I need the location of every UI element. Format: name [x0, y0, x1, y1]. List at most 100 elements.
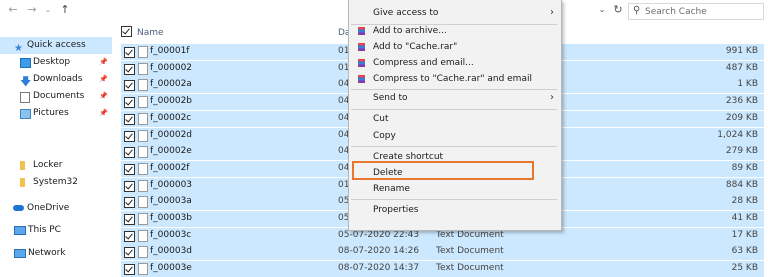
file-name: f_00003a — [150, 196, 192, 207]
menu-item-send-to[interactable]: Send to › — [350, 89, 560, 107]
folder-icon — [20, 178, 25, 187]
file-size: 41 KB — [731, 213, 758, 223]
file-icon — [138, 96, 148, 109]
row-checkbox[interactable] — [124, 47, 135, 58]
nav-item-downloads[interactable]: 🡇 Downloads 📌 — [0, 71, 112, 88]
file-size: 209 KB — [725, 112, 758, 123]
nav-label: Network — [28, 248, 66, 258]
file-icon — [138, 46, 148, 58]
menu-item-cut[interactable]: Cut — [350, 110, 560, 128]
file-icon — [138, 263, 148, 276]
file-type: Text Document — [436, 263, 504, 274]
row-checkbox[interactable] — [124, 147, 135, 159]
context-menu: Give access to › Add to archive... Add t… — [348, 0, 562, 231]
file-size: 17 KB — [731, 229, 758, 240]
forward-arrow-icon[interactable]: → — [25, 3, 39, 17]
row-checkbox[interactable] — [124, 80, 135, 92]
file-name: f_00002e — [150, 146, 192, 157]
menu-label: Properties — [373, 205, 419, 215]
file-size: 28 KB — [731, 196, 758, 207]
row-checkbox[interactable] — [124, 163, 135, 175]
file-name: f_00002c — [150, 112, 192, 123]
table-row[interactable]: f_00003e 08-07-2020 14:37 Text Document 25 … — [121, 261, 764, 277]
pictures-icon — [20, 109, 31, 119]
row-checkbox[interactable] — [124, 197, 135, 209]
row-checkbox[interactable] — [124, 130, 135, 142]
row-checkbox[interactable] — [124, 264, 135, 276]
nav-item-quick-access[interactable]: ★ Quick access — [0, 37, 112, 54]
row-checkbox[interactable] — [124, 97, 135, 109]
menu-label: Copy — [373, 131, 396, 141]
file-size: 279 KB — [725, 146, 758, 157]
network-icon — [14, 249, 26, 258]
file-size: 1,024 KB — [717, 129, 758, 140]
menu-label: Cut — [373, 114, 389, 124]
navigation-pane: ★ Quick access Desktop 📌 🡇 Downloads 📌 D… — [0, 30, 112, 258]
nav-item-network[interactable]: Network — [0, 245, 112, 262]
menu-label: Send to — [373, 93, 408, 103]
file-icon — [138, 246, 148, 259]
menu-item-properties[interactable]: Properties — [350, 201, 560, 219]
nav-item-pictures[interactable]: Pictures 📌 — [0, 105, 112, 122]
row-checkbox[interactable] — [124, 214, 135, 225]
file-type: Text Document — [436, 229, 504, 240]
select-all-checkbox[interactable] — [121, 26, 132, 37]
row-checkbox[interactable] — [124, 63, 135, 75]
address-dropdown-icon[interactable]: ⌄ — [596, 2, 608, 18]
folder-icon — [20, 161, 25, 170]
nav-item-locker[interactable]: Locker — [0, 157, 112, 174]
winrar-icon — [358, 27, 365, 35]
menu-label: Rename — [373, 184, 410, 194]
file-name: f_00003d — [150, 246, 193, 257]
file-icon — [138, 112, 148, 125]
search-box[interactable]: ⚲ — [628, 3, 764, 20]
nav-item-documents[interactable]: Documents 📌 — [0, 88, 112, 105]
nav-item-onedrive[interactable]: OneDrive — [0, 200, 112, 217]
file-name: f_00003b — [150, 213, 193, 223]
file-icon — [138, 179, 148, 192]
nav-label: Downloads — [33, 74, 83, 84]
column-name[interactable]: Name — [137, 28, 164, 38]
nav-item-this-pc[interactable]: This PC — [0, 222, 112, 239]
file-type: Text Document — [436, 246, 504, 257]
file-size: 1 KB — [737, 79, 758, 90]
document-icon — [20, 92, 30, 103]
row-checkbox[interactable] — [124, 230, 135, 242]
file-size: 25 KB — [731, 263, 758, 274]
nav-label: Quick access — [27, 40, 86, 50]
recent-dropdown-icon[interactable]: ⌄ — [41, 3, 55, 17]
file-name: f_000003 — [150, 179, 193, 190]
file-name: f_00001f — [150, 46, 190, 56]
back-arrow-icon[interactable]: ← — [6, 3, 20, 17]
file-icon — [138, 62, 148, 75]
chevron-right-icon: › — [550, 7, 554, 18]
file-date: 08-07-2020 14:26 — [338, 246, 420, 257]
up-arrow-icon[interactable]: ↑ — [58, 3, 72, 17]
menu-item-copy[interactable]: Copy — [350, 127, 560, 145]
search-input[interactable] — [645, 4, 757, 19]
nav-item-system32[interactable]: System32 — [0, 174, 112, 191]
menu-separator — [351, 146, 557, 147]
file-icon — [138, 146, 148, 159]
file-date: 05-07-2020 22:43 — [338, 229, 420, 240]
file-size: 487 KB — [725, 62, 758, 73]
table-row[interactable]: f_00003d 08-07-2020 14:26 Text Document 63 … — [121, 244, 764, 261]
menu-item-give-access[interactable]: Give access to › — [350, 4, 560, 22]
file-size: 884 KB — [725, 179, 758, 190]
menu-item-compress-rar-email[interactable]: Compress to "Cache.rar" and email — [350, 70, 560, 88]
pin-icon: 📌 — [99, 58, 108, 66]
file-size: 991 KB — [725, 46, 758, 56]
menu-item-rename[interactable]: Rename — [350, 180, 560, 198]
nav-item-desktop[interactable]: Desktop 📌 — [0, 54, 112, 71]
menu-label: Compress to "Cache.rar" and email — [373, 74, 532, 84]
nav-label: Locker — [33, 160, 63, 170]
file-name: f_000002 — [150, 62, 193, 73]
row-checkbox[interactable] — [124, 113, 135, 125]
cloud-icon — [13, 205, 24, 211]
refresh-icon[interactable]: ↻ — [611, 2, 625, 18]
file-name: f_00003c — [150, 229, 192, 240]
nav-label: Documents — [33, 91, 85, 101]
pin-icon: 📌 — [99, 75, 108, 83]
row-checkbox[interactable] — [124, 180, 135, 192]
file-size: 63 KB — [731, 246, 758, 257]
